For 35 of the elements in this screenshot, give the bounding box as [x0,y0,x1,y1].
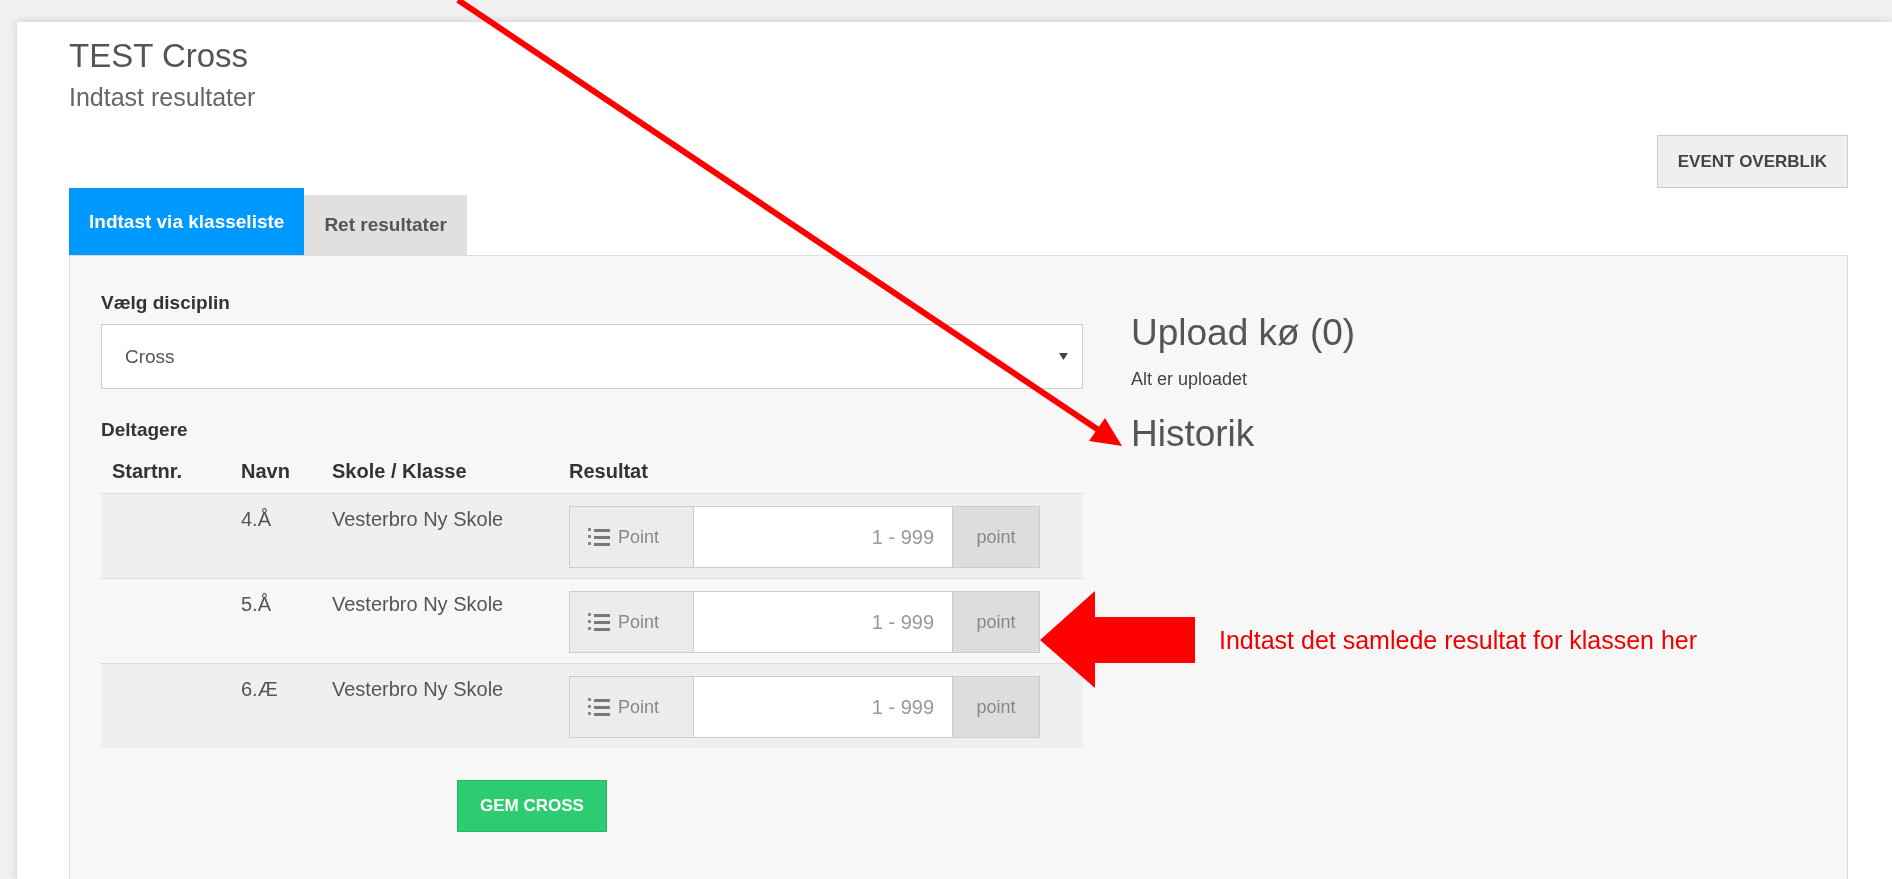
page-title: TEST Cross [69,36,250,76]
caret-icon [1059,353,1068,360]
column-header: Startnr. [111,459,184,483]
column-header: Navn [240,459,291,483]
unit-addon: point [952,676,1040,738]
field-label: Vælg disciplin [101,292,231,314]
status-text: Alt er uploadet [1131,369,1249,390]
numbered-list-icon [588,527,610,547]
numbered-list-icon [588,697,610,717]
discipline-select[interactable]: Cross [101,324,1083,389]
tab[interactable]: Ret resultater [304,195,467,255]
result-input[interactable]: 1 - 999 [694,591,952,653]
numbered-list-icon [588,612,610,632]
section-heading: Historik [1131,412,1256,456]
table-cell-text: Vesterbro Ny Skole [331,592,505,617]
unit-addon: point [952,506,1040,568]
section-heading: Upload kø (0) [1131,311,1356,355]
table-cell-text: 6.Æ [240,677,279,702]
addon-label: Point [618,696,660,718]
result-input[interactable]: 1 - 999 [694,676,952,738]
tab[interactable]: Indtast via klasseliste [69,188,305,255]
table-cell-text: Vesterbro Ny Skole [331,507,505,532]
column-header: Skole / Klasse [331,459,468,483]
page-subtitle: Indtast resultater [69,82,256,112]
annotation-text: Indtast det samlede resultat for klassen her [1219,626,1698,655]
table-cell-text: 5.Å [240,592,273,617]
column-header: Resultat [568,459,649,483]
addon-label: Point [618,611,660,633]
addon-label: Point [618,526,660,548]
table-cell-text: 4.Å [240,507,273,532]
result-input[interactable]: 1 - 999 [694,506,952,568]
section-label: Deltagere [101,419,189,441]
table-cell-text: Vesterbro Ny Skole [331,677,505,702]
unit-addon: point [952,591,1040,653]
event-overview-button[interactable]: EVENT OVERBLIK [1656,135,1848,188]
